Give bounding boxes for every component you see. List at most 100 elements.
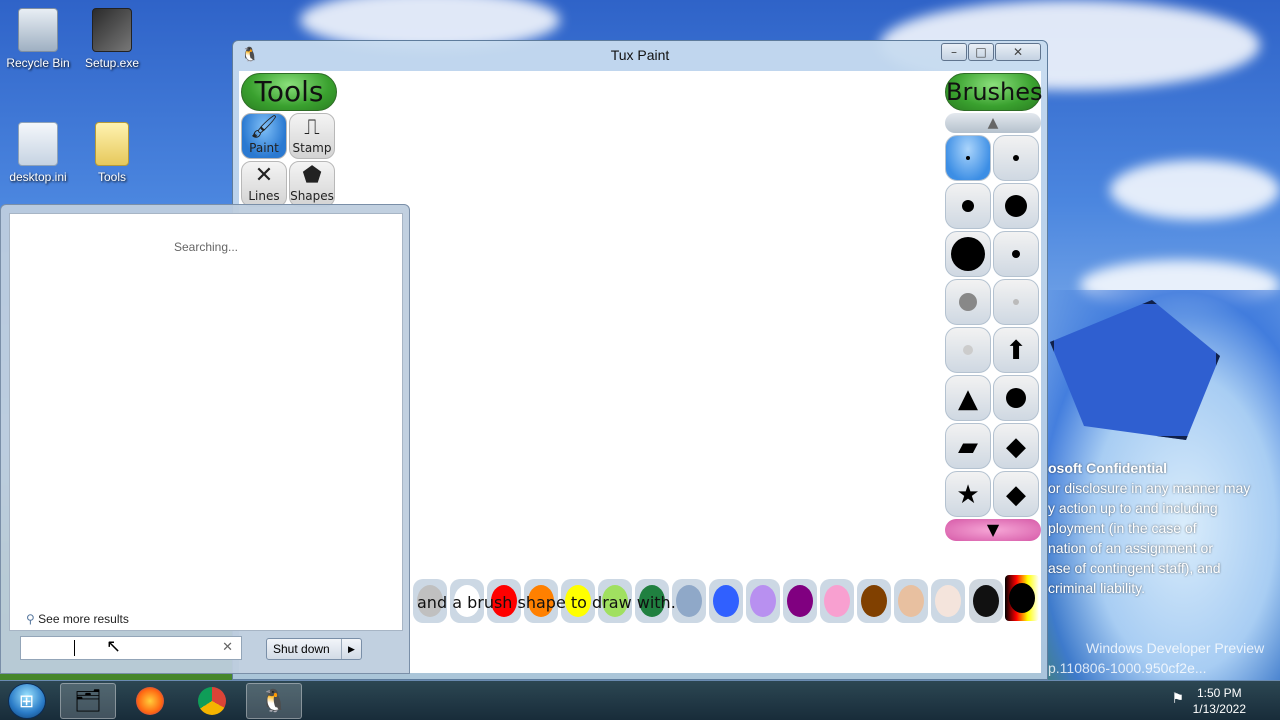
brush-dot-shape: [951, 237, 985, 271]
color-swatch[interactable]: [931, 579, 965, 623]
brush-option[interactable]: [993, 231, 1039, 277]
start-search-input[interactable]: ✕: [20, 636, 242, 660]
brush-option[interactable]: [945, 183, 991, 229]
brush-option[interactable]: [993, 183, 1039, 229]
brush-dot-shape: [963, 345, 973, 355]
desktop-icon-label: desktop.ini: [9, 170, 67, 184]
taskbar-firefox[interactable]: [122, 683, 178, 719]
tool-label: Lines: [248, 189, 280, 203]
window-titlebar[interactable]: 🐧 Tux Paint – □ ✕: [233, 41, 1047, 71]
search-results-pane: Searching... ⚲ See more results: [9, 213, 403, 631]
tool-shapes[interactable]: ⬟ Shapes: [289, 161, 335, 207]
brush-option[interactable]: [993, 375, 1039, 421]
clock-time: 1:50 PM: [1196, 686, 1242, 700]
color-swatch[interactable]: [746, 579, 780, 623]
shutdown-button[interactable]: Shut down ▶: [266, 638, 362, 660]
color-swatch-fill: [713, 585, 739, 617]
brush-option[interactable]: [945, 327, 991, 373]
color-swatch-fill: [787, 585, 813, 617]
color-swatch-fill: [676, 585, 702, 617]
tool-stamp[interactable]: ⎍ Stamp: [289, 113, 335, 159]
color-swatch[interactable]: [709, 579, 743, 623]
desktop-icon-desktop-ini[interactable]: desktop.ini: [0, 122, 76, 184]
brush-dot-shape: [959, 293, 977, 311]
brush-diamond-shape: ◆: [1006, 432, 1026, 462]
brushes-scroll-down-button[interactable]: ▼: [945, 519, 1041, 541]
close-button[interactable]: ✕: [995, 43, 1041, 61]
taskbar-tux-paint[interactable]: 🐧: [246, 683, 302, 719]
taskbar-file-explorer[interactable]: 🗂: [60, 683, 116, 719]
brush-option[interactable]: [945, 231, 991, 277]
color-swatch-fill: [750, 585, 776, 617]
desktop-icon-label: Tools: [97, 170, 126, 184]
color-picker-button[interactable]: [969, 579, 1003, 623]
brush-option[interactable]: [993, 279, 1039, 325]
stamp-icon: ⎍: [304, 115, 320, 140]
settings-file-icon: [18, 122, 58, 166]
color-swatch-fill: [861, 585, 887, 617]
desktop-icon-label: Setup.exe: [84, 56, 140, 70]
brush-dot-shape: [1013, 155, 1019, 161]
tux-penguin-icon: 🐧: [260, 689, 288, 714]
desktop-icon-label: Recycle Bin: [6, 56, 70, 70]
desktop-icon-tools-folder[interactable]: Tools: [74, 122, 150, 184]
brush-option[interactable]: ▰: [945, 423, 991, 469]
brush-dot-shape: [1012, 250, 1020, 258]
text-cursor: [74, 640, 75, 656]
network-tray-icon[interactable]: ⚑: [1171, 691, 1184, 707]
brush-option[interactable]: ★: [945, 471, 991, 517]
taskbar-clock[interactable]: 1:50 PM 1/13/2022: [1193, 685, 1246, 717]
windows-logo-icon: ⊞: [19, 691, 35, 712]
brush-arrow-shape: ⬆: [1005, 336, 1027, 366]
searching-text: Searching...: [173, 240, 239, 254]
see-more-results-link[interactable]: ⚲ See more results: [26, 612, 129, 626]
brushes-scroll-up-button[interactable]: ▲: [945, 113, 1041, 133]
brushes-header: Brushes: [945, 73, 1043, 111]
tool-label: Shapes: [290, 189, 334, 203]
color-swatch-fill: [824, 585, 850, 617]
installer-icon: [92, 8, 132, 52]
lines-icon: ✕: [254, 163, 274, 188]
maximize-button[interactable]: □: [968, 43, 994, 61]
taskbar: ⊞ 🗂 🐧 ⚑ 1:50 PM 1/13/2022: [0, 680, 1280, 720]
brush-option[interactable]: [945, 279, 991, 325]
tool-label: Paint: [249, 141, 279, 155]
brush-dot-shape: [1013, 299, 1019, 305]
desktop-icon-setup[interactable]: Setup.exe: [74, 8, 150, 70]
eyedropper-icon: [973, 585, 999, 617]
color-swatch[interactable]: [820, 579, 854, 623]
color-swatch[interactable]: [857, 579, 891, 623]
clock-date: 1/13/2022: [1192, 702, 1246, 716]
brush-triangle-shape: ▲: [958, 384, 978, 414]
paintbrush-icon: 🖌: [250, 115, 278, 140]
mouse-pointer-icon: ↖: [106, 636, 122, 657]
color-swatch[interactable]: [783, 579, 817, 623]
minimize-button[interactable]: –: [941, 43, 967, 61]
clear-search-icon[interactable]: ✕: [222, 640, 233, 655]
magnifier-icon: ⚲: [26, 612, 35, 626]
brush-star-shape: ★: [956, 480, 980, 510]
color-swatch[interactable]: [894, 579, 928, 623]
brush-option[interactable]: ◆: [993, 423, 1039, 469]
brush-dot-shape: [1005, 195, 1027, 217]
brush-option[interactable]: [993, 135, 1039, 181]
window-title: Tux Paint: [610, 47, 670, 63]
pentagon-icon: ⬟: [302, 163, 322, 188]
tool-label: Stamp: [292, 141, 332, 155]
cloud: [1110, 160, 1280, 220]
taskbar-chrome[interactable]: [184, 683, 240, 719]
color-swatch[interactable]: [672, 579, 706, 623]
brush-diamond-shape: ◆: [1006, 480, 1026, 510]
see-more-label: See more results: [38, 612, 129, 626]
brush-option[interactable]: ▲: [945, 375, 991, 421]
start-menu: Searching... ⚲ See more results: [0, 204, 410, 674]
shutdown-options-arrow-icon[interactable]: ▶: [341, 639, 361, 659]
start-button[interactable]: ⊞: [8, 683, 46, 719]
rainbow-color-button[interactable]: [1005, 575, 1039, 621]
brush-option[interactable]: [945, 135, 991, 181]
brush-option[interactable]: ⬆: [993, 327, 1039, 373]
tool-paint[interactable]: 🖌 Paint: [241, 113, 287, 159]
tool-lines[interactable]: ✕ Lines: [241, 161, 287, 207]
desktop-icon-recycle-bin[interactable]: Recycle Bin: [0, 8, 76, 70]
brush-option[interactable]: ◆: [993, 471, 1039, 517]
